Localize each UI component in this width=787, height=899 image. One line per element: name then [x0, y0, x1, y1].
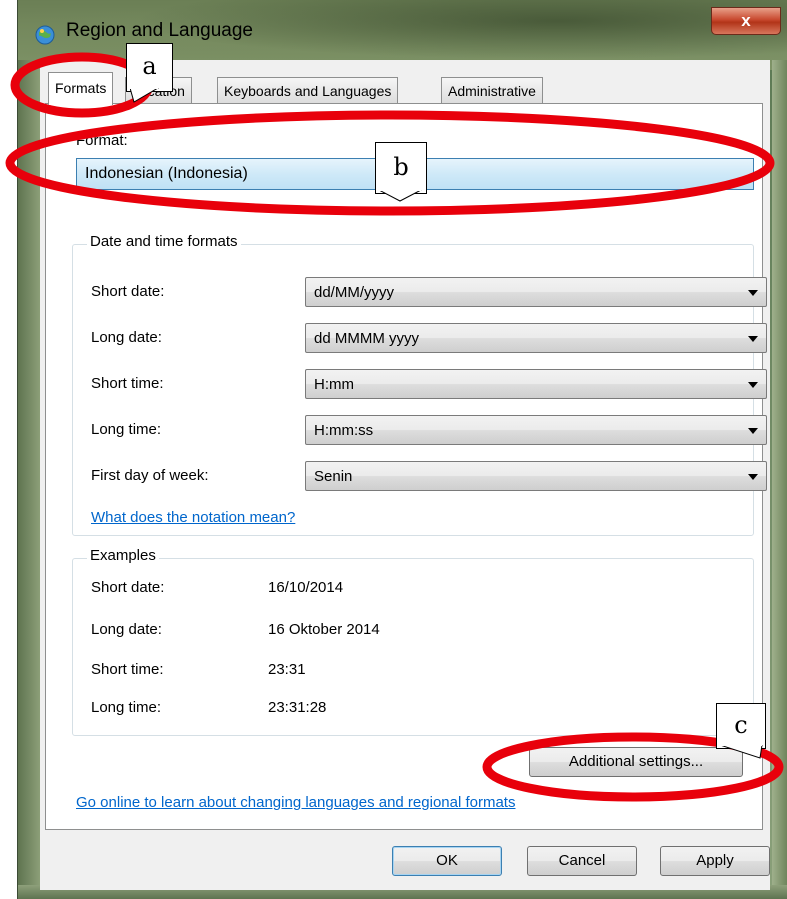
- globe-icon: [35, 25, 55, 45]
- chevron-down-icon: [748, 290, 758, 296]
- short-date-combo[interactable]: dd/MM/yyyy: [305, 277, 767, 307]
- callout-a: a: [126, 43, 173, 92]
- callout-a-pointer: [130, 88, 159, 103]
- short-date-value: dd/MM/yyyy: [314, 284, 395, 301]
- format-label: Format:: [76, 132, 128, 149]
- example-long-date-label: Long date:: [91, 621, 162, 638]
- short-time-label: Short time:: [91, 375, 164, 392]
- example-short-date-label: Short date:: [91, 579, 165, 596]
- chevron-down-icon: [748, 382, 758, 388]
- date-time-formats-title: Date and time formats: [87, 233, 241, 250]
- long-date-combo[interactable]: dd MMMM yyyy: [305, 323, 767, 353]
- chevron-down-icon: [748, 336, 758, 342]
- callout-c: c: [716, 703, 766, 749]
- callout-c-pointer: [720, 745, 763, 759]
- long-date-label: Long date:: [91, 329, 162, 346]
- cancel-button[interactable]: Cancel: [527, 846, 637, 876]
- callout-b-pointer: [379, 190, 422, 202]
- formats-panel: Format: Indonesian (Indonesia) Date and …: [45, 103, 767, 830]
- first-day-of-week-value: Senin: [314, 468, 353, 485]
- short-time-value: H:mm: [314, 376, 354, 393]
- tab-formats[interactable]: Formats: [48, 72, 114, 105]
- short-date-label: Short date:: [91, 283, 165, 300]
- window-title: Region and Language: [66, 20, 254, 41]
- first-day-of-week-label: First day of week:: [91, 467, 209, 484]
- tab-keyboards-and-languages[interactable]: Keyboards and Languages: [217, 77, 399, 104]
- examples-group: Examples Short date: 16/10/2014 Long dat…: [72, 547, 754, 736]
- ok-button[interactable]: OK: [392, 846, 502, 876]
- short-time-combo[interactable]: H:mm: [305, 369, 767, 399]
- chevron-down-icon: [748, 474, 758, 480]
- additional-settings-button[interactable]: Additional settings...: [529, 747, 743, 777]
- format-value: Indonesian (Indonesia): [85, 165, 248, 182]
- callout-b: b: [375, 142, 427, 194]
- example-long-date-value: 16 Oktober 2014: [268, 621, 380, 638]
- tab-administrative[interactable]: Administrative: [441, 77, 543, 104]
- long-time-value: H:mm:ss: [314, 422, 374, 439]
- long-time-combo[interactable]: H:mm:ss: [305, 415, 767, 445]
- notation-help-link[interactable]: What does the notation mean?: [91, 509, 295, 526]
- online-help-link[interactable]: Go online to learn about changing langua…: [76, 794, 515, 811]
- window-frame-left: [18, 60, 40, 899]
- long-date-value: dd MMMM yyyy: [314, 330, 419, 347]
- first-day-of-week-combo[interactable]: Senin: [305, 461, 767, 491]
- example-short-time-label: Short time:: [91, 661, 164, 678]
- close-button[interactable]: x: [711, 7, 781, 35]
- date-time-formats-group: Date and time formats Short date: dd/MM/…: [72, 233, 767, 536]
- window-frame-right: [772, 60, 787, 899]
- example-long-time-label: Long time:: [91, 699, 162, 716]
- apply-button[interactable]: Apply: [660, 846, 770, 876]
- example-long-time-value: 23:31:28: [268, 699, 327, 716]
- examples-title: Examples: [87, 547, 159, 564]
- chevron-down-icon: [748, 428, 758, 434]
- long-time-label: Long time:: [91, 421, 162, 438]
- example-short-time-value: 23:31: [268, 661, 306, 678]
- example-short-date-value: 16/10/2014: [268, 579, 344, 596]
